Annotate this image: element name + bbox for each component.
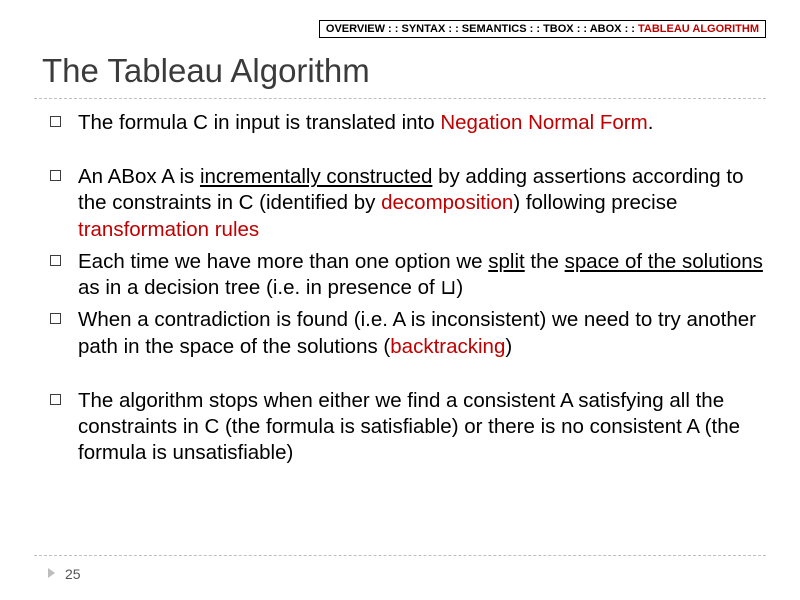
triangle-right-icon [48, 568, 55, 578]
breadcrumb-item-tbox: TBOX [543, 23, 574, 35]
divider-bottom [34, 555, 766, 556]
breadcrumb-item-overview: OVERVIEW [326, 23, 385, 35]
disjunction-icon: ⊔ [440, 276, 456, 299]
text: Each time we have more than one option w… [78, 250, 488, 273]
slide-footer: 25 [48, 566, 81, 582]
list-item: An ABox A is incrementally constructed b… [50, 164, 772, 243]
breadcrumb-item-semantics: SEMANTICS [462, 23, 527, 35]
breadcrumb-sep: : : [622, 23, 639, 35]
breadcrumb: OVERVIEW : : SYNTAX : : SEMANTICS : : TB… [319, 20, 766, 38]
text: The formula C in input is translated int… [78, 111, 440, 134]
list-item: The formula C in input is translated int… [50, 110, 772, 136]
slide-content: The formula C in input is translated int… [50, 110, 772, 473]
breadcrumb-item-abox: ABOX [590, 23, 622, 35]
page-title: The Tableau Algorithm [42, 52, 370, 90]
breadcrumb-sep: : : [385, 23, 402, 35]
breadcrumb-item-tableau-algorithm: TABLEAU ALGORITHM [638, 23, 759, 35]
term-nnf: Negation Normal Form [440, 111, 647, 134]
text: . [648, 111, 654, 134]
term-backtracking: backtracking [390, 335, 505, 358]
text: ) [456, 276, 463, 299]
text: The algorithm stops when either we find … [78, 389, 740, 464]
term-split: split [488, 250, 524, 273]
list-item: The algorithm stops when either we find … [50, 388, 772, 467]
list-item: Each time we have more than one option w… [50, 249, 772, 301]
breadcrumb-sep: : : [445, 23, 462, 35]
term-incrementally-constructed: incrementally constructed [200, 165, 432, 188]
term-transformation-rules: transformation rules [78, 218, 259, 241]
divider-top [34, 98, 766, 99]
term-space-of-solutions: space of the solutions [565, 250, 763, 273]
text: ) following precise [513, 191, 677, 214]
breadcrumb-sep: : : [527, 23, 544, 35]
term-decomposition: decomposition [381, 191, 513, 214]
text: as in a decision tree (i.e. in presence … [78, 276, 440, 299]
list-item: When a contradiction is found (i.e. A is… [50, 307, 772, 359]
text: the [525, 250, 565, 273]
breadcrumb-item-syntax: SYNTAX [401, 23, 445, 35]
slide: OVERVIEW : : SYNTAX : : SEMANTICS : : TB… [0, 0, 800, 600]
text: ) [505, 335, 512, 358]
text: An ABox A is [78, 165, 200, 188]
breadcrumb-sep: : : [574, 23, 590, 35]
page-number: 25 [65, 566, 81, 582]
